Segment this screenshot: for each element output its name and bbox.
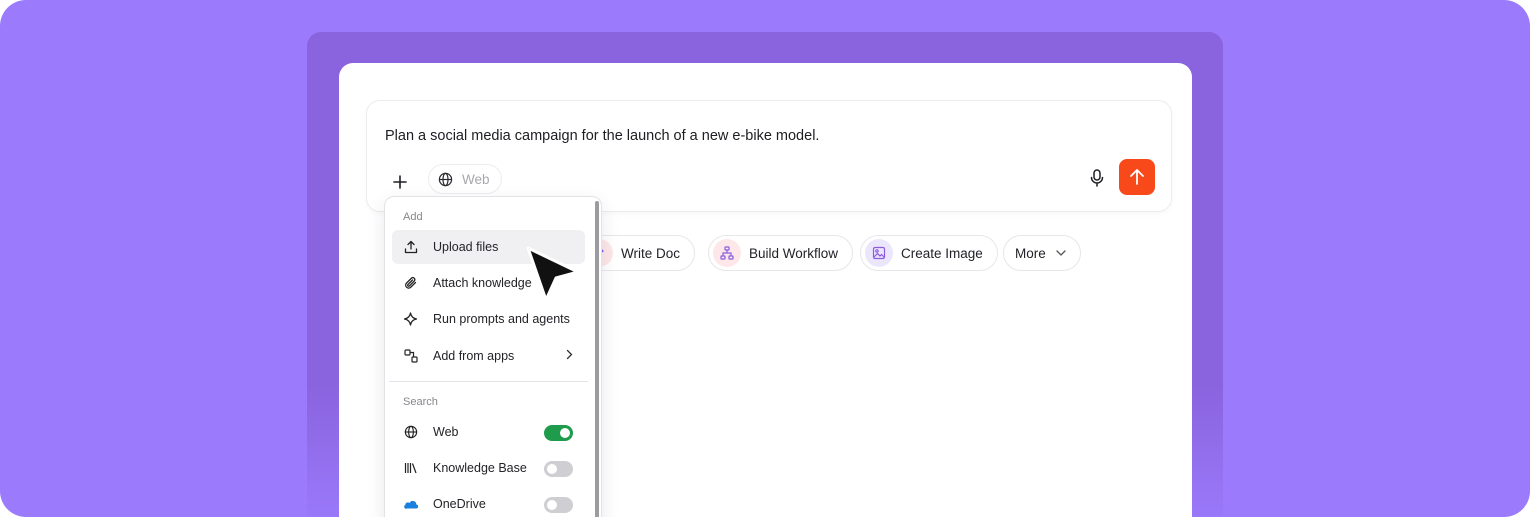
more-button[interactable]: More: [1003, 235, 1081, 271]
menu-divider: [389, 381, 588, 382]
sparkle-icon: [403, 311, 418, 327]
plus-icon: [393, 175, 407, 189]
microphone-button[interactable]: [1085, 165, 1109, 191]
send-button[interactable]: [1119, 159, 1155, 195]
build-workflow-label: Build Workflow: [749, 245, 839, 261]
workflow-icon: [713, 239, 741, 267]
search-section-label: Search: [403, 396, 438, 408]
chevron-right-icon: [566, 349, 573, 360]
menu-item-label: Attach knowledge: [433, 276, 532, 290]
menu-item-run-prompts[interactable]: Run prompts and agents: [392, 302, 585, 336]
menu-item-label: Web: [433, 425, 459, 439]
web-chip-label: Web: [462, 171, 490, 187]
library-icon: [403, 461, 418, 476]
write-doc-label: Write Doc: [621, 245, 681, 261]
menu-item-add-from-apps[interactable]: Add from apps: [392, 339, 585, 373]
create-image-button[interactable]: Create Image: [860, 235, 998, 271]
paperclip-icon: [403, 276, 418, 291]
upload-icon: [403, 240, 418, 255]
menu-item-label: Run prompts and agents: [433, 312, 570, 326]
more-label: More: [1015, 245, 1046, 261]
apps-icon: [403, 349, 418, 364]
menu-item-label: Add from apps: [433, 349, 515, 363]
page-background: Plan a social media campaign for the lau…: [0, 0, 1530, 517]
build-workflow-button[interactable]: Build Workflow: [708, 235, 854, 271]
mouse-pointer-icon: [526, 246, 580, 302]
chevron-down-icon: [1056, 250, 1066, 256]
add-button[interactable]: [387, 169, 413, 195]
web-toggle[interactable]: [544, 425, 573, 441]
menu-item-label: OneDrive: [433, 497, 486, 511]
prompt-input[interactable]: Plan a social media campaign for the lau…: [385, 128, 819, 144]
web-search-chip[interactable]: Web: [428, 164, 502, 194]
arrow-up-icon: [1130, 169, 1144, 185]
onedrive-icon: [403, 497, 418, 512]
menu-item-label: Upload files: [433, 240, 499, 254]
menu-item-label: Knowledge Base: [433, 461, 527, 475]
globe-icon: [403, 425, 418, 440]
knowledge-base-toggle[interactable]: [544, 461, 573, 477]
image-icon: [865, 239, 893, 267]
globe-icon: [438, 172, 453, 186]
microphone-icon: [1090, 169, 1104, 187]
add-section-label: Add: [403, 211, 423, 223]
create-image-label: Create Image: [901, 245, 983, 261]
onedrive-toggle[interactable]: [544, 497, 573, 513]
menu-scrollbar[interactable]: [595, 201, 599, 517]
